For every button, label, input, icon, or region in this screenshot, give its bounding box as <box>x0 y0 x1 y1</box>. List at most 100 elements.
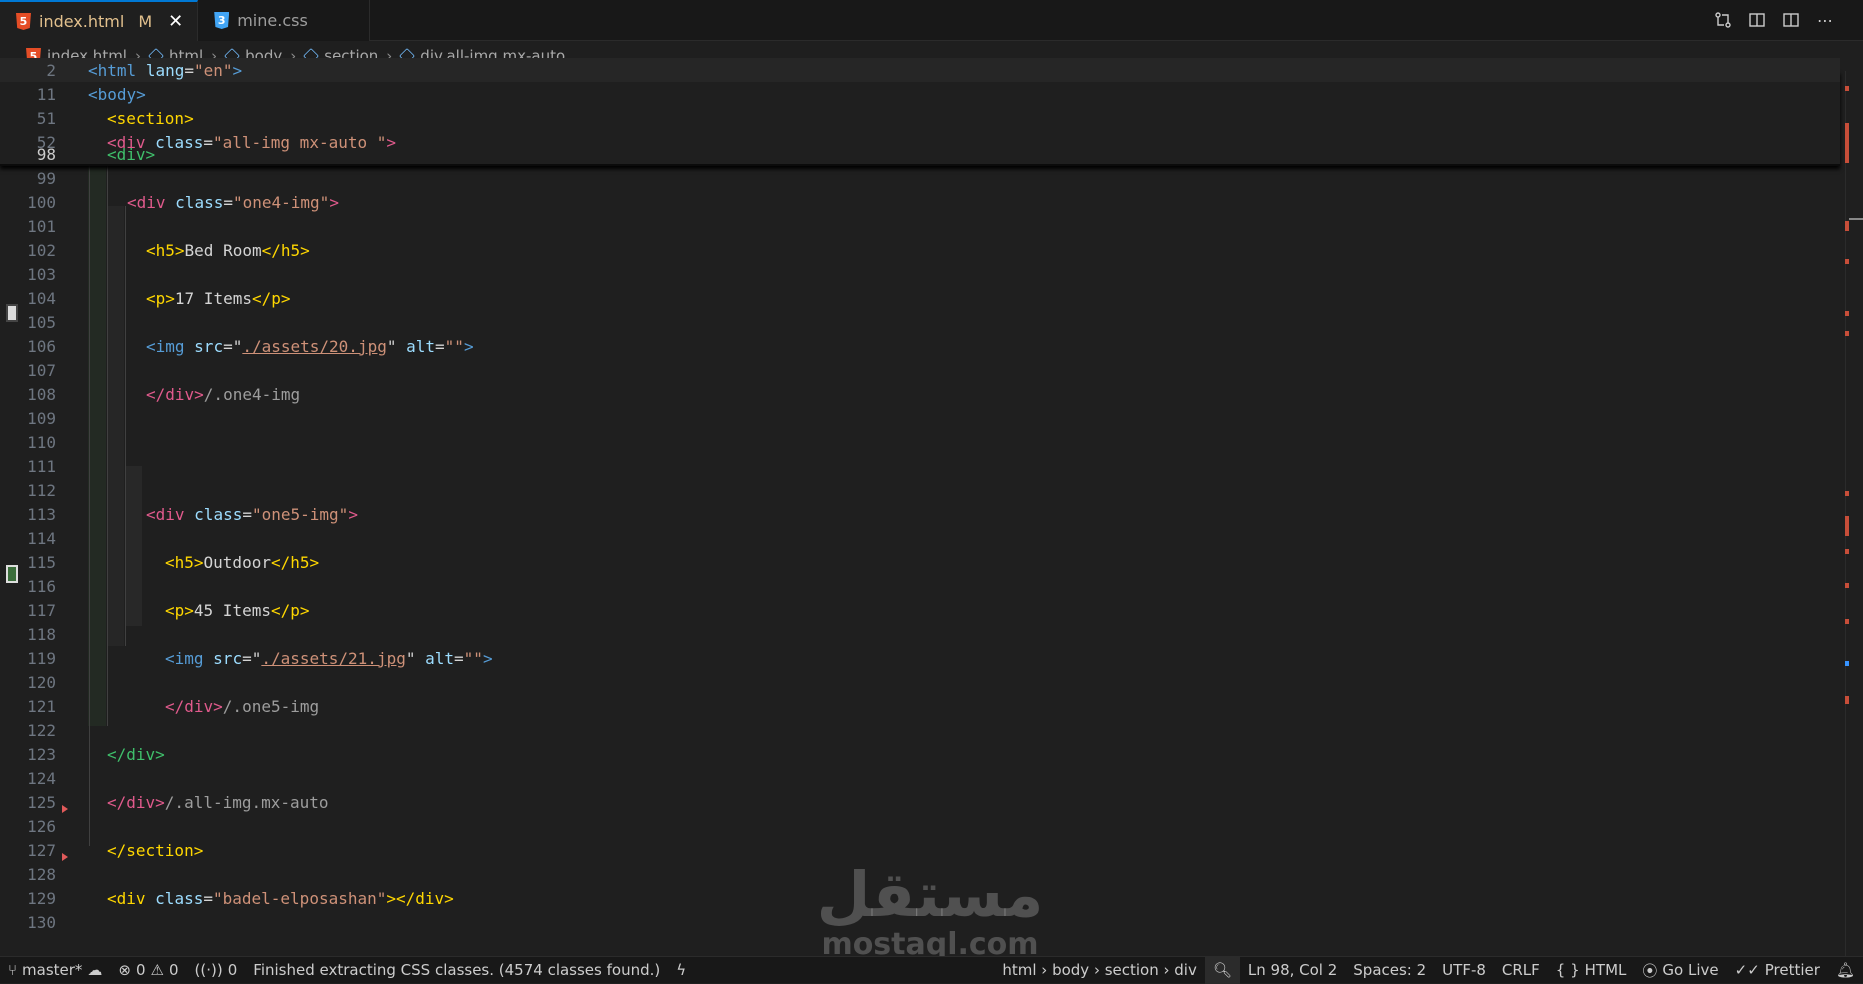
ports-indicator[interactable]: ((·)) 0 <box>187 957 246 984</box>
go-live-button[interactable]: ⦿ Go Live <box>1634 957 1726 984</box>
code-text: </div>/.all-img.mx-auto <box>107 792 329 812</box>
split-editor-icon[interactable] <box>1781 10 1801 30</box>
overview-marker <box>1845 516 1849 536</box>
code-text: <h5>Bed Room</h5> <box>146 240 310 260</box>
zoom-icon[interactable]: 🔍︎ <box>1204 956 1240 984</box>
compare-changes-icon[interactable] <box>1713 10 1733 30</box>
go-live-label: Go Live <box>1662 961 1719 979</box>
code-line: 122 <box>0 718 1840 742</box>
line-number: 122 <box>27 720 56 740</box>
code-line: 118 <box>0 622 1840 646</box>
line-number: 121 <box>27 696 56 716</box>
language-mode[interactable]: { } HTML <box>1548 957 1635 984</box>
code-line: 111 <box>0 454 1840 478</box>
braces-icon: { } <box>1555 961 1580 979</box>
element-path[interactable]: html › body › section › div <box>994 957 1204 984</box>
close-icon[interactable]: ✕ <box>168 11 183 32</box>
code-text: </section> <box>107 840 204 860</box>
end-of-line[interactable]: CRLF <box>1494 957 1548 984</box>
indentation[interactable]: Spaces: 2 <box>1345 957 1434 984</box>
code-line: 51 <section> <box>0 106 1840 130</box>
tab-mine-css[interactable]: 3 mine.css <box>198 0 371 41</box>
branch-indicator[interactable]: ⑂ master* ☁ <box>0 957 110 984</box>
code-line: 106 <img src="./assets/20.jpg" alt=""> <box>0 334 1840 358</box>
code-text: <h5>Outdoor</h5> <box>165 552 320 572</box>
tab-label: index.html <box>39 12 125 31</box>
error-count: 0 <box>136 961 146 979</box>
warning-count: 0 <box>169 961 179 979</box>
fold-marker-icon[interactable] <box>62 853 68 861</box>
line-number: 101 <box>27 216 56 236</box>
prettier-button[interactable]: ✓✓ Prettier <box>1727 957 1828 984</box>
status-right: html › body › section › div 🔍︎ Ln 98, Co… <box>994 956 1863 984</box>
line-number: 103 <box>27 264 56 284</box>
code-line: 110 <box>0 430 1840 454</box>
more-actions-icon[interactable]: ⋯ <box>1815 10 1835 30</box>
language-label: HTML <box>1584 961 1627 979</box>
code-line: 113 <div class="one5-img"> <box>0 502 1840 526</box>
cursor-position[interactable]: Ln 98, Col 2 <box>1240 957 1345 984</box>
code-line: 120 <box>0 670 1840 694</box>
line-number: 51 <box>36 108 56 128</box>
code-line: 124 <box>0 766 1840 790</box>
overview-marker <box>1845 123 1849 163</box>
antenna-icon: ⦿ <box>1642 961 1658 980</box>
code-line: 112 <box>0 478 1840 502</box>
code-editor[interactable]: 2 <html lang="en"> 11 <body> 51 <section… <box>0 58 1863 960</box>
line-number: 129 <box>27 888 56 908</box>
code-text: <div class="badel-elposashan"></div> <box>107 888 454 908</box>
fold-marker-icon[interactable] <box>62 805 68 813</box>
line-number: 123 <box>27 744 56 764</box>
double-check-icon: ✓✓ <box>1734 961 1760 979</box>
line-number: 111 <box>27 456 56 476</box>
git-branch-icon: ⑂ <box>8 961 18 979</box>
tab-bar: 5 index.html M ✕ 3 mine.css ⋯ <box>0 0 1863 41</box>
line-number: 113 <box>27 504 56 524</box>
status-message: Finished extracting CSS classes. (4574 c… <box>253 961 661 979</box>
line-number: 124 <box>27 768 56 788</box>
open-preview-icon[interactable] <box>1747 10 1767 30</box>
status-bar: ⑂ master* ☁ ⊗ 0 ⚠ 0 ((·)) 0 Finished ext… <box>0 956 1863 984</box>
code-text: <p>45 Items</p> <box>165 600 310 620</box>
encoding[interactable]: UTF-8 <box>1434 957 1494 984</box>
overview-marker <box>1845 619 1849 624</box>
code-line: 108 </div>/.one4-img <box>0 382 1840 406</box>
code-line: 123 </div> <box>0 742 1840 766</box>
code-line: 119 <img src="./assets/21.jpg" alt=""> <box>0 646 1840 670</box>
scrollbar-thumb[interactable] <box>1849 218 1863 220</box>
line-number: 2 <box>46 60 56 80</box>
problems-indicator[interactable]: ⊗ 0 ⚠ 0 <box>110 957 186 984</box>
code-line: 125 </div>/.all-img.mx-auto <box>0 790 1840 814</box>
lightning-icon[interactable]: ϟ <box>668 957 694 984</box>
code-text: <img src="./assets/20.jpg" alt=""> <box>146 336 474 356</box>
tab-index-html[interactable]: 5 index.html M ✕ <box>0 0 199 41</box>
code-text: <div class="one4-img"> <box>127 192 339 212</box>
code-text: <div> <box>107 144 156 164</box>
line-number: 106 <box>27 336 56 356</box>
code-line: 103 <box>0 262 1840 286</box>
image-preview-icon[interactable] <box>6 565 18 583</box>
code-line: 107 <box>0 358 1840 382</box>
line-number: 108 <box>27 384 56 404</box>
image-preview-icon[interactable] <box>6 304 18 322</box>
overview-marker <box>1845 549 1849 554</box>
line-number: 114 <box>27 528 56 548</box>
code-line: 109 <box>0 406 1840 430</box>
tab-label: mine.css <box>237 11 308 30</box>
line-number: 125 <box>27 792 56 812</box>
sync-icon: ☁ <box>87 961 103 979</box>
line-number: 98 <box>36 144 56 164</box>
code-line: 116 <box>0 574 1840 598</box>
line-number: 99 <box>36 168 56 188</box>
notifications-icon[interactable]: 🔔︎ <box>1828 957 1863 984</box>
error-icon: ⊗ <box>118 961 131 979</box>
code-line: 99 <box>0 166 1840 190</box>
vertical-scrollbar[interactable] <box>1845 71 1863 956</box>
code-text: <p>17 Items</p> <box>146 288 291 308</box>
overview-marker <box>1845 311 1849 316</box>
code-line: 104 <p>17 Items</p> <box>0 286 1840 310</box>
broadcast-icon: ((·)) <box>194 961 223 979</box>
code-text: </div>/.one4-img <box>146 384 301 404</box>
code-text: <body> <box>88 84 146 104</box>
code-text: <html lang="en"> <box>88 60 243 80</box>
